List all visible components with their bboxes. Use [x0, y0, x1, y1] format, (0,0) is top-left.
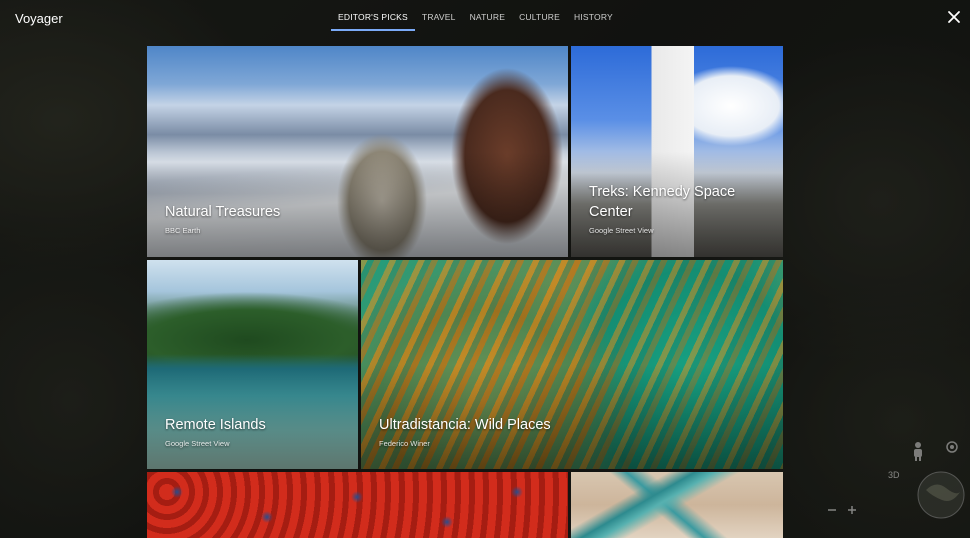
close-button[interactable] — [946, 9, 962, 25]
card-subtitle: Google Street View — [165, 439, 230, 448]
card-title: Natural Treasures — [165, 204, 281, 220]
pegman-button[interactable] — [911, 441, 925, 466]
story-card-crabs[interactable] — [147, 472, 568, 538]
story-card-natural-treasures[interactable]: Natural Treasures BBC Earth — [147, 46, 568, 257]
tab-history[interactable]: HISTORY — [567, 0, 620, 31]
view-3d-toggle[interactable]: 3D — [888, 470, 900, 480]
category-tabs: EDITOR'S PICKS TRAVEL NATURE CULTURE HIS… — [331, 0, 620, 31]
story-card-aerial[interactable] — [571, 472, 783, 538]
tab-nature[interactable]: NATURE — [463, 0, 513, 31]
card-subtitle: Federico Winer — [379, 439, 430, 448]
story-grid: Natural Treasures BBC Earth Treks: Kenne… — [147, 46, 783, 538]
story-card-remote-islands[interactable]: Remote Islands Google Street View — [147, 260, 358, 469]
app-title: Voyager — [15, 11, 63, 26]
tab-culture[interactable]: CULTURE — [512, 0, 567, 31]
tab-editors-picks[interactable]: EDITOR'S PICKS — [331, 0, 415, 31]
card-title: Remote Islands — [165, 417, 266, 433]
globe-button[interactable] — [916, 470, 966, 525]
plus-icon — [848, 506, 856, 514]
card-subtitle: BBC Earth — [165, 226, 201, 235]
my-location-icon — [946, 441, 958, 453]
zoom-out-button[interactable] — [826, 503, 838, 521]
story-card-ultradistancia[interactable]: Ultradistancia: Wild Places Federico Win… — [361, 260, 783, 469]
close-icon — [948, 11, 960, 23]
voyager-header: Voyager EDITOR'S PICKS TRAVEL NATURE CUL… — [0, 0, 970, 34]
card-subtitle: Google Street View — [589, 226, 654, 235]
pegman-icon — [914, 442, 922, 461]
card-title: Treks: Kennedy Space Center — [589, 184, 736, 220]
globe-icon — [917, 471, 965, 519]
minus-icon — [828, 509, 836, 511]
story-card-kennedy-space-center[interactable]: Treks: Kennedy Space Center Google Stree… — [571, 46, 783, 257]
my-location-button[interactable] — [944, 439, 960, 460]
tab-travel[interactable]: TRAVEL — [415, 0, 463, 31]
zoom-in-button[interactable] — [846, 503, 858, 521]
card-title: Ultradistancia: Wild Places — [379, 417, 551, 433]
